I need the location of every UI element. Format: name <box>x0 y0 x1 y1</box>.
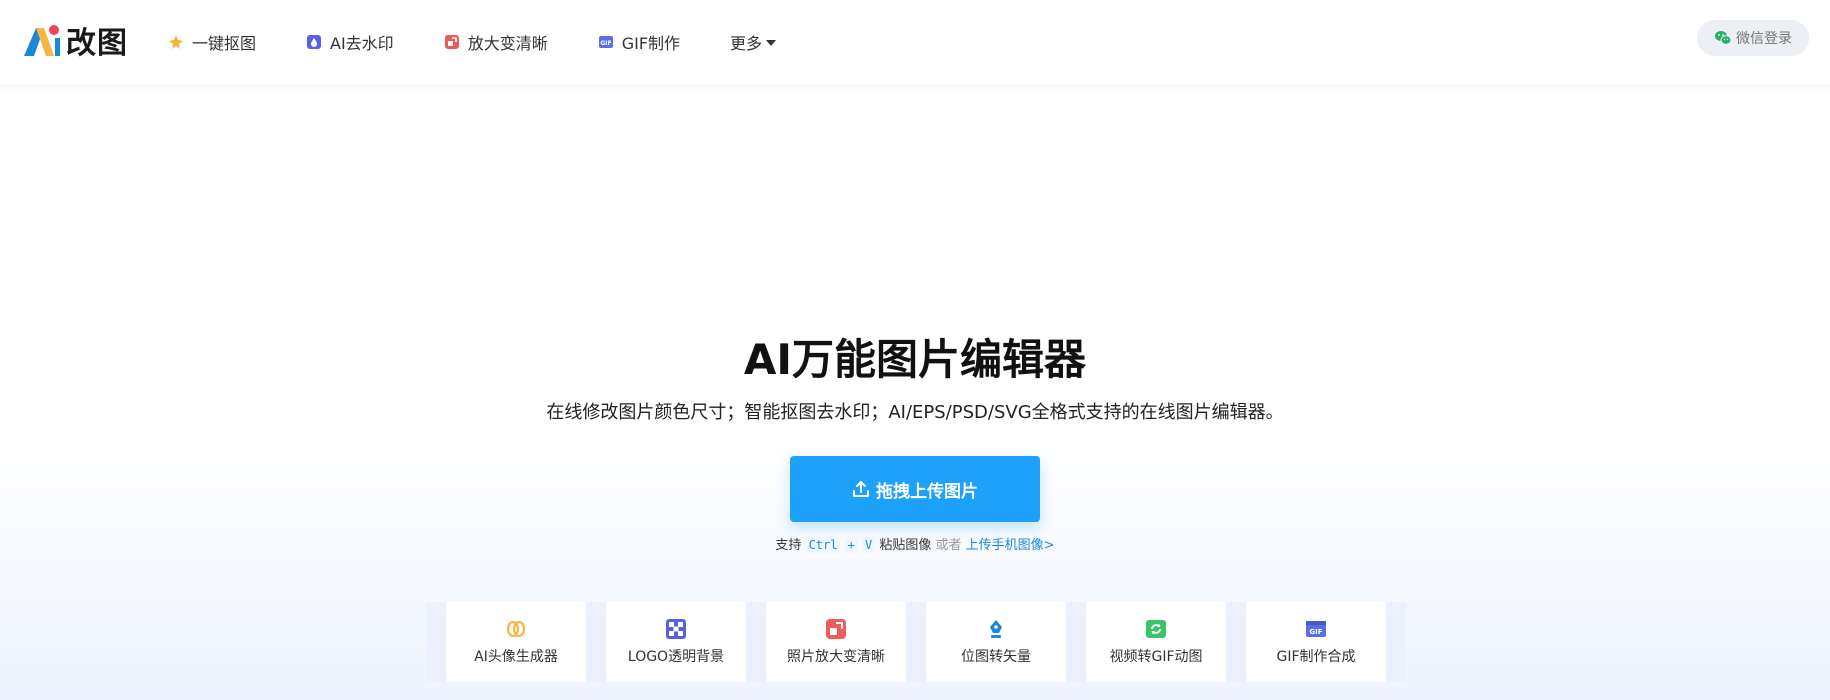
checker-icon <box>666 619 686 639</box>
nav-item-label: 放大变清晰 <box>467 34 548 53</box>
avatar-rings-icon <box>506 620 526 638</box>
svg-text:GIF: GIF <box>1309 628 1322 636</box>
nav-item-remove-watermark[interactable]: AI去水印 <box>306 30 394 54</box>
kbd-v: V <box>861 537 876 553</box>
drop-icon <box>307 35 322 49</box>
tools-strip: AI头像生成器 LOGO透明背景 照片放大变清晰 位图转矢量 视频转GIF动图 … <box>446 602 1386 682</box>
tool-label: LOGO透明背景 <box>627 649 725 665</box>
nav-item-cutout[interactable]: 一键抠图 <box>168 30 256 54</box>
page-subtitle: 在线修改图片颜色尺寸；智能抠图去水印；AI/EPS/PSD/SVG全格式支持的在… <box>546 402 1284 423</box>
brand-name: 改图 <box>66 26 128 61</box>
tool-label: 照片放大变清晰 <box>787 649 885 665</box>
upload-icon <box>853 481 869 497</box>
hint-prefix: 支持 <box>775 538 802 553</box>
nav-item-label: AI去水印 <box>330 34 394 53</box>
enlarge-icon <box>444 35 459 49</box>
tool-label: GIF制作合成 <box>1276 649 1356 665</box>
nav-item-more[interactable]: 更多 <box>730 30 777 54</box>
svg-text:GIF: GIF <box>600 40 611 47</box>
gif-icon: GIF <box>1306 621 1326 637</box>
star-sparkle-icon <box>169 35 183 49</box>
nav-item-label: 一键抠图 <box>192 34 257 53</box>
kbd-plus: + <box>844 537 858 553</box>
upload-label: 拖拽上传图片 <box>876 481 978 502</box>
hint-or: 或者 <box>935 538 962 553</box>
chevron-down-icon <box>766 40 777 46</box>
brand-logo[interactable]: 改图 <box>22 20 128 61</box>
main-nav: 一键抠图 AI去水印 放大变清晰 GIF GIF制作 更多 <box>168 0 826 84</box>
enlarge-icon <box>826 619 846 639</box>
wechat-icon <box>1715 31 1732 45</box>
gif-icon: GIF <box>598 36 613 48</box>
tool-bitmap-to-vector[interactable]: 位图转矢量 <box>926 602 1066 682</box>
top-nav-bar: 改图 一键抠图 AI去水印 放大变清晰 GIF GIF制作 更多 微信登录 <box>0 0 1830 84</box>
upload-image-button[interactable]: 拖拽上传图片 <box>790 456 1040 522</box>
nav-item-label: GIF制作 <box>621 34 681 53</box>
wechat-login-button[interactable]: 微信登录 <box>1697 20 1809 56</box>
tool-label: 视频转GIF动图 <box>1109 649 1203 665</box>
video-convert-icon <box>1146 620 1166 638</box>
tool-label: 位图转矢量 <box>961 649 1031 665</box>
tool-photo-enlarge[interactable]: 照片放大变清晰 <box>766 602 906 682</box>
hint-paste: 粘贴图像 <box>879 538 932 553</box>
nav-item-gif[interactable]: GIF GIF制作 <box>598 30 680 54</box>
login-label: 微信登录 <box>1736 31 1792 47</box>
nav-item-enlarge[interactable]: 放大变清晰 <box>444 30 548 54</box>
pen-nib-icon <box>990 620 1002 638</box>
paste-hint: 支持 Ctrl + V 粘贴图像 或者 上传手机图像> <box>0 534 1830 553</box>
tool-video-to-gif[interactable]: 视频转GIF动图 <box>1086 602 1226 682</box>
upload-mobile-link[interactable]: 上传手机图像> <box>966 538 1055 553</box>
tool-ai-avatar[interactable]: AI头像生成器 <box>446 602 586 682</box>
tool-gif-maker[interactable]: GIF GIF制作合成 <box>1246 602 1386 682</box>
logo-mark-icon <box>24 25 60 56</box>
kbd-ctrl: Ctrl <box>805 537 841 553</box>
page-title: AI万能图片编辑器 <box>743 335 1087 384</box>
tool-label: AI头像生成器 <box>474 649 558 665</box>
tool-logo-transparent[interactable]: LOGO透明背景 <box>606 602 746 682</box>
nav-item-label: 更多 <box>730 34 763 53</box>
